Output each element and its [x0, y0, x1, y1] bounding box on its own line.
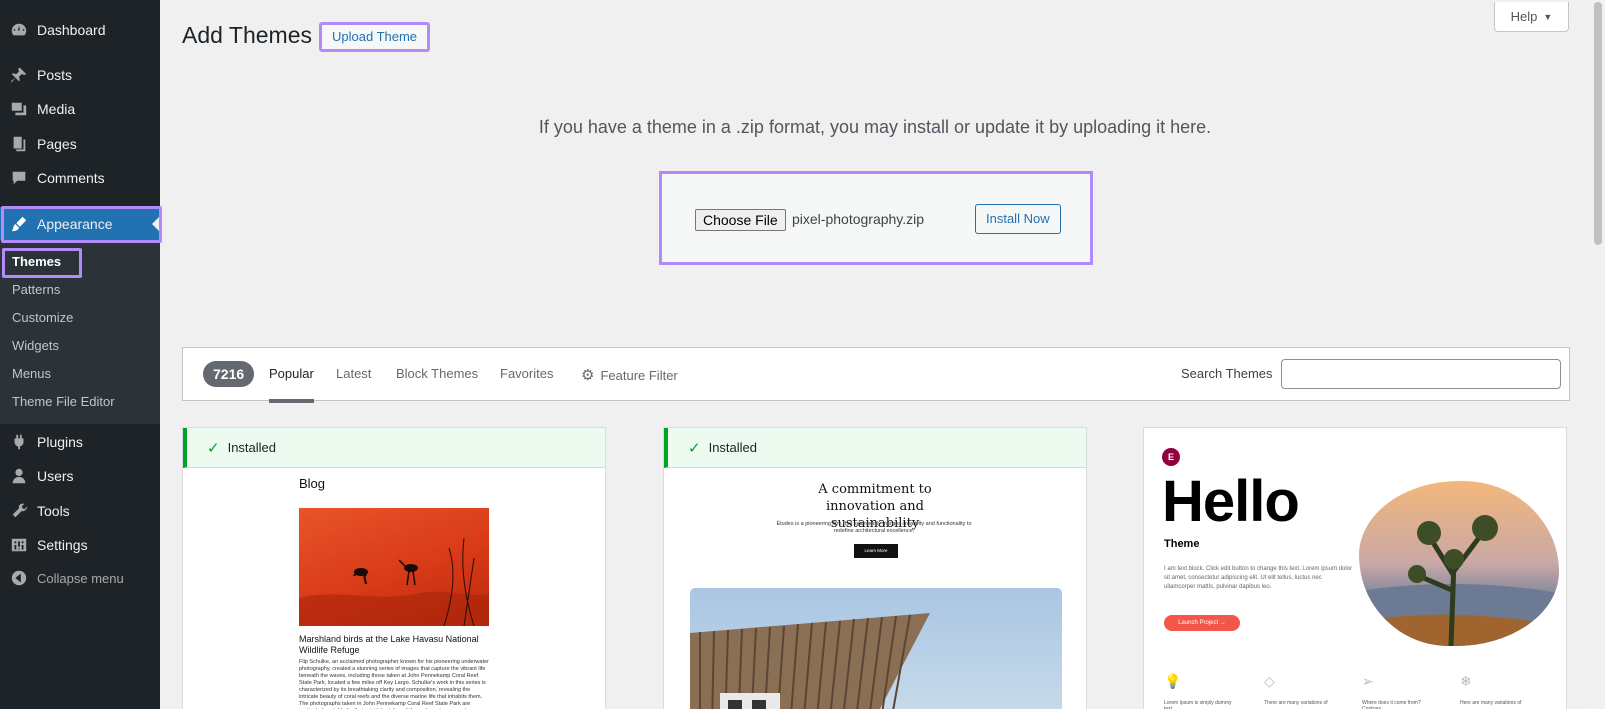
lightbulb-icon: 💡	[1164, 673, 1182, 689]
feature-filter-label: Feature Filter	[600, 367, 678, 383]
sidebar-item-label: Settings	[37, 537, 88, 553]
upload-description: If you have a theme in a .zip format, yo…	[538, 117, 1212, 137]
theme-card[interactable]: ✓ Installed Blog Marshland birds at the …	[182, 427, 606, 709]
comment-icon	[9, 168, 29, 188]
submenu-customize[interactable]: Customize	[12, 308, 73, 328]
theme-filter-bar: 7216 Popular Latest Block Themes Favorit…	[182, 347, 1570, 403]
sidebar-item-label: Dashboard	[37, 22, 106, 38]
installed-label: Installed	[227, 440, 276, 455]
scrollbar-thumb[interactable]	[1594, 2, 1602, 245]
choose-file-button[interactable]: Choose File	[695, 209, 786, 231]
brush-icon	[9, 214, 29, 234]
preview-feature-text: Here are many variations of	[1460, 700, 1522, 706]
admin-sidebar: Dashboard Posts Media Pages Comments App…	[0, 0, 160, 709]
user-icon	[9, 466, 29, 486]
submenu-widgets[interactable]: Widgets	[12, 336, 59, 356]
help-label: Help	[1510, 9, 1538, 24]
sidebar-item-tools[interactable]: Tools	[0, 494, 160, 528]
diamond-icon: ◇	[1264, 673, 1275, 689]
preview-learn-more-button: Learn More	[854, 544, 898, 558]
sidebar-item-comments[interactable]: Comments	[0, 161, 160, 195]
pin-icon	[9, 65, 29, 85]
caret-down-icon: ▼	[1543, 11, 1553, 22]
upload-form: Choose File pixel-photography.zip Instal…	[659, 171, 1093, 265]
submenu-patterns[interactable]: Patterns	[12, 280, 60, 300]
preview-blog-heading: Blog	[299, 476, 326, 491]
selected-file-name: pixel-photography.zip	[792, 211, 925, 227]
snowflake-icon: ❄	[1460, 673, 1472, 689]
collapse-icon	[9, 568, 29, 588]
collapse-menu-label: Collapse menu	[37, 570, 124, 586]
checkmark-icon: ✓	[207, 439, 220, 457]
sidebar-item-label: Comments	[37, 170, 105, 186]
sidebar-item-label: Posts	[37, 67, 73, 83]
preview-bird-image	[299, 508, 489, 627]
page-scrollbar[interactable]	[1591, 0, 1605, 709]
sidebar-item-dashboard[interactable]: Dashboard	[0, 13, 160, 47]
settings-icon	[9, 535, 29, 555]
upload-theme-button[interactable]: Upload Theme	[319, 22, 431, 52]
installed-notice: ✓ Installed	[664, 428, 1086, 468]
theme-card[interactable]: ✓ Installed A commitment to innovation a…	[663, 427, 1087, 709]
sidebar-item-label: Appearance	[37, 216, 113, 232]
sidebar-item-label: Users	[37, 468, 74, 484]
paper-plane-icon: ➢	[1362, 673, 1374, 689]
sidebar-item-users[interactable]: Users	[0, 459, 160, 493]
preview-theme-subheading: Theme	[1164, 538, 1200, 550]
preview-feature-text: There are many variations of	[1264, 700, 1328, 706]
tab-latest[interactable]: Latest	[336, 366, 371, 381]
elementor-logo: E	[1162, 448, 1180, 466]
preview-launch-button: Launch Project →	[1164, 615, 1240, 631]
appearance-submenu: Themes Patterns Customize Widgets Menus …	[0, 240, 160, 424]
submenu-themes[interactable]: Themes	[12, 252, 61, 272]
sidebar-item-posts[interactable]: Posts	[0, 58, 160, 92]
sidebar-item-label: Media	[37, 101, 76, 117]
sidebar-item-media[interactable]: Media	[0, 92, 160, 126]
sidebar-item-label: Tools	[37, 503, 70, 519]
tab-favorites[interactable]: Favorites	[500, 366, 553, 381]
preview-building-image	[690, 588, 1062, 709]
plug-icon	[9, 432, 29, 452]
collapse-menu-button[interactable]: Collapse menu	[0, 561, 160, 595]
page-title: Add Themes	[182, 22, 312, 48]
sidebar-item-settings[interactable]: Settings	[0, 528, 160, 562]
submenu-theme-file-editor[interactable]: Theme File Editor	[12, 392, 115, 412]
preview-post-title: Marshland birds at the Lake Havasu Natio…	[299, 634, 479, 655]
install-now-button[interactable]: Install Now	[975, 204, 1061, 234]
preview-post-text: Flip Schulke, an acclaimed photographer …	[299, 659, 489, 709]
preview-cactus-image	[1359, 481, 1559, 646]
installed-label: Installed	[708, 440, 757, 455]
pages-icon	[9, 134, 29, 154]
sidebar-item-label: Pages	[37, 136, 77, 152]
checkmark-icon: ✓	[688, 439, 701, 457]
feature-filter-button[interactable]: ⚙ Feature Filter	[581, 366, 678, 384]
preview-feature-text: Lorem Ipsum is simply dummy text	[1164, 700, 1232, 709]
search-themes-label: Search Themes	[1181, 366, 1273, 381]
gear-icon: ⚙	[581, 367, 595, 384]
sidebar-item-appearance[interactable]: Appearance	[0, 207, 160, 241]
sidebar-item-label: Plugins	[37, 434, 83, 450]
media-icon	[9, 99, 29, 119]
preview-hello-heading: Hello	[1162, 469, 1300, 534]
sidebar-item-plugins[interactable]: Plugins	[0, 425, 160, 459]
theme-count-badge: 7216	[203, 361, 255, 387]
theme-card[interactable]: E Hello Theme I am text block. Click edi…	[1143, 427, 1567, 709]
submenu-menus[interactable]: Menus	[12, 364, 51, 384]
preview-text: I am text block. Click edit button to ch…	[1164, 566, 1353, 590]
help-button[interactable]: Help ▼	[1494, 2, 1569, 32]
wrench-icon	[9, 501, 29, 521]
preview-feature-text: Where does it come from? Contrary	[1362, 700, 1421, 709]
tab-block-themes[interactable]: Block Themes	[396, 366, 478, 381]
preview-text: Études is a pioneering firm that seamles…	[776, 521, 972, 534]
dashboard-icon	[9, 20, 29, 40]
installed-notice: ✓ Installed	[183, 428, 605, 468]
tab-popular[interactable]: Popular	[269, 366, 314, 403]
search-themes-input[interactable]	[1281, 359, 1561, 389]
sidebar-item-pages[interactable]: Pages	[0, 127, 160, 161]
